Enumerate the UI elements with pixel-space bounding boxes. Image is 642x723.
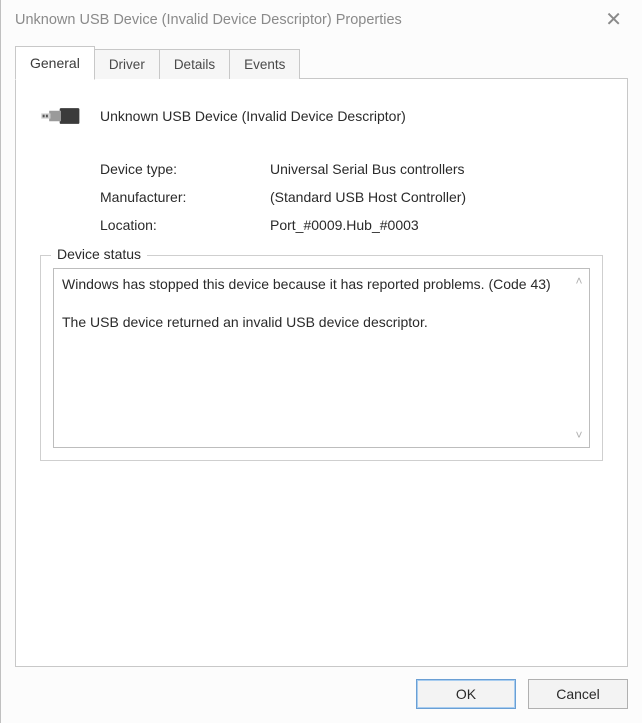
scroll-down-icon[interactable]: ˅ [575, 427, 582, 443]
button-bar: OK Cancel [1, 667, 642, 723]
usb-connector-icon [40, 101, 82, 131]
device-status-message: Windows has stopped this device because … [62, 276, 551, 330]
window-title: Unknown USB Device (Invalid Device Descr… [15, 12, 402, 28]
close-icon[interactable]: ✕ [597, 6, 630, 34]
device-header: Unknown USB Device (Invalid Device Descr… [40, 101, 603, 131]
tab-driver[interactable]: Driver [94, 49, 160, 79]
titlebar: Unknown USB Device (Invalid Device Descr… [1, 0, 642, 40]
device-status-text: Windows has stopped this device because … [53, 268, 590, 448]
prop-value: Universal Serial Bus controllers [270, 161, 603, 177]
prop-label: Device type: [100, 161, 270, 177]
device-status-group: Device status Windows has stopped this d… [40, 255, 603, 461]
device-properties: Device type: Universal Serial Bus contro… [100, 161, 603, 233]
prop-row-device-type: Device type: Universal Serial Bus contro… [100, 161, 603, 177]
tab-general[interactable]: General [15, 46, 95, 80]
tab-events[interactable]: Events [229, 49, 300, 79]
properties-dialog: Unknown USB Device (Invalid Device Descr… [0, 0, 642, 723]
tab-panel-general: Unknown USB Device (Invalid Device Descr… [15, 79, 628, 667]
cancel-button[interactable]: Cancel [528, 679, 628, 709]
scrollbar[interactable]: ˄ ˅ [569, 269, 589, 447]
prop-row-manufacturer: Manufacturer: (Standard USB Host Control… [100, 189, 603, 205]
scroll-up-icon[interactable]: ˄ [575, 273, 582, 289]
prop-label: Manufacturer: [100, 189, 270, 205]
tabstrip: General Driver Details Events [1, 46, 642, 79]
prop-value: Port_#0009.Hub_#0003 [270, 217, 603, 233]
device-status-legend: Device status [51, 246, 147, 262]
ok-button[interactable]: OK [416, 679, 516, 709]
device-name: Unknown USB Device (Invalid Device Descr… [100, 108, 406, 124]
prop-row-location: Location: Port_#0009.Hub_#0003 [100, 217, 603, 233]
prop-value: (Standard USB Host Controller) [270, 189, 603, 205]
prop-label: Location: [100, 217, 270, 233]
tab-details[interactable]: Details [159, 49, 230, 79]
